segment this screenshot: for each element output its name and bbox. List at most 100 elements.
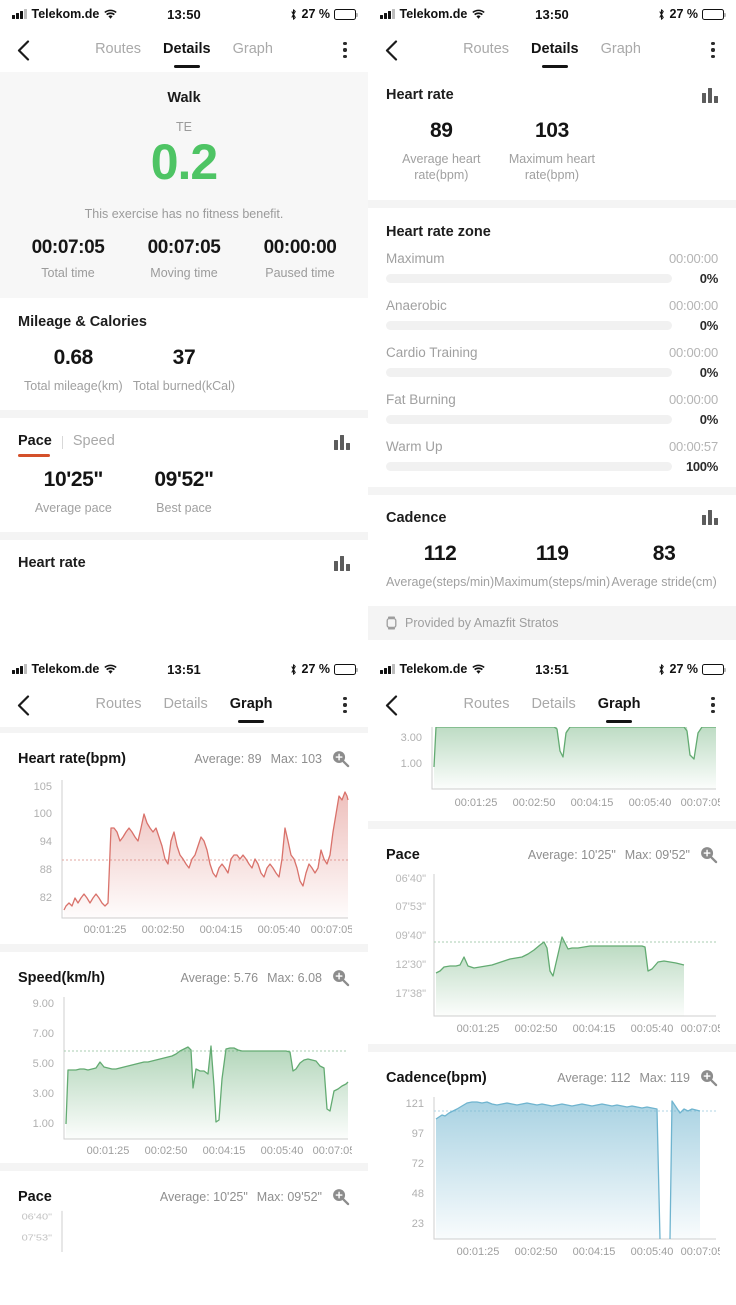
bar-chart-icon[interactable] [702, 510, 718, 525]
status-time: 13:51 [167, 661, 201, 677]
svg-text:72: 72 [412, 1158, 424, 1170]
stat-total-burned: 37 Total burned(kCal) [129, 346, 240, 394]
stat-value: 37 [172, 345, 196, 369]
svg-text:00:05:40: 00:05:40 [258, 924, 301, 936]
chart-plot-speed-bottom[interactable]: 3.00 1.00 00:01:25 00:02:50 00:04:15 00:… [384, 727, 720, 815]
svg-text:00:04:15: 00:04:15 [200, 924, 243, 936]
battery-icon [702, 8, 726, 20]
stat-total-mileage: 0.68 Total mileage(km) [18, 346, 129, 394]
zone-bar-row: 100% [386, 459, 718, 474]
bar-chart-icon[interactable] [334, 434, 350, 450]
stat-value: 119 [535, 541, 569, 565]
chart-plot-cadence[interactable]: 121 97 72 48 23 00:01:25 00:02:50 00:04:… [384, 1089, 720, 1261]
back-button[interactable] [368, 694, 414, 716]
chart-plot-pace-partial[interactable]: 06'40" 07'53" [16, 1208, 352, 1252]
zoom-in-icon[interactable] [331, 968, 350, 987]
svg-text:100: 100 [34, 808, 52, 820]
tab-details[interactable]: Details [531, 696, 575, 714]
section-divider [0, 409, 368, 418]
zoom-in-icon[interactable] [699, 1068, 718, 1087]
status-bar-left: Telekom.de [380, 662, 535, 676]
kebab-menu-icon[interactable] [322, 41, 368, 59]
svg-text:06'40": 06'40" [396, 873, 427, 885]
section-divider [368, 486, 736, 495]
heart-rate-title: Heart rate [18, 555, 86, 571]
tab-graph[interactable]: Graph [598, 696, 641, 714]
zone-name: Warm Up [386, 438, 443, 454]
stat-value: 00:07:05 [31, 236, 105, 258]
tab-routes[interactable]: Routes [463, 41, 509, 59]
zone-name: Fat Burning [386, 391, 456, 407]
svg-text:17'38": 17'38" [396, 988, 427, 1000]
zoom-in-icon[interactable] [331, 749, 350, 768]
stat-spacer [239, 346, 350, 394]
pace-speed-card: Pace Speed 10'25" Average pace 09'52" Be… [0, 417, 368, 532]
segment-speed[interactable]: Speed [73, 433, 115, 452]
back-button[interactable] [0, 39, 46, 61]
svg-text:00:05:40: 00:05:40 [631, 1246, 674, 1258]
nav-bar: Routes Details Graph [368, 683, 736, 727]
chart-plot-speed[interactable]: 9.00 7.00 5.00 3.00 1.00 00:01:25 00:02:… [16, 989, 352, 1157]
cadence-stats: 112 Average(steps/min) 119 Maximum(steps… [386, 528, 718, 606]
svg-text:00:04:15: 00:04:15 [571, 797, 614, 809]
zone-progress-track [386, 367, 672, 377]
svg-text:88: 88 [40, 864, 52, 876]
chart-header: Pace Average: 10'25" Max: 09'52" [16, 1171, 352, 1208]
status-bar-right: 27 % [569, 662, 726, 676]
tab-routes[interactable]: Routes [95, 41, 141, 59]
stat-label: Total time [41, 265, 95, 280]
panel-graph-top: Telekom.de 13:51 27 % Routes Details Gra… [0, 655, 368, 1305]
pace-speed-toggle[interactable]: Pace Speed [18, 433, 115, 457]
back-button[interactable] [0, 694, 46, 716]
zoom-in-icon[interactable] [331, 1187, 350, 1206]
zone-time: 00:00:00 [668, 344, 718, 360]
bar-chart-icon[interactable] [334, 555, 350, 571]
tab-routes[interactable]: Routes [464, 696, 510, 714]
chart-average: Average: 10'25" [159, 1189, 248, 1204]
kebab-menu-icon[interactable] [690, 41, 736, 59]
stat-label: Average(steps/min) [386, 574, 495, 589]
chart-plot-pace[interactable]: 06'40" 07'53" 09'40" 12'30" 17'38" 00:01… [384, 866, 720, 1038]
svg-text:00:05:40: 00:05:40 [629, 797, 672, 809]
nav-bar: Routes Details Graph [0, 28, 368, 72]
chart-meta: Average: 5.76 Max: 6.08 [181, 968, 351, 987]
tab-details[interactable]: Details [531, 41, 579, 59]
tab-graph[interactable]: Graph [230, 696, 273, 714]
heart-rate-title: Heart rate [386, 87, 454, 103]
chart-average: Average: 5.76 [180, 970, 259, 985]
te-note: This exercise has no fitness benefit. [84, 206, 284, 221]
back-button[interactable] [368, 39, 414, 61]
chart-card-pace: Pace Average: 10'25" Max: 09'52" 06'40" … [0, 1171, 368, 1258]
zone-name: Cardio Training [386, 344, 478, 360]
stat-value: 83 [652, 541, 676, 565]
tab-graph[interactable]: Graph [601, 41, 641, 59]
cadence-title: Cadence [386, 509, 447, 526]
zone-time: 00:00:00 [668, 297, 718, 313]
tab-details[interactable]: Details [163, 41, 211, 59]
svg-text:00:01:25: 00:01:25 [87, 1145, 130, 1157]
stat-spacer [607, 119, 718, 184]
panel-graph-scrolled: Telekom.de 13:51 27 % Routes Details Gra… [368, 655, 736, 1305]
svg-text:48: 48 [412, 1188, 424, 1200]
zone-bar-row: 0% [386, 412, 718, 427]
svg-text:1.00: 1.00 [33, 1118, 54, 1130]
zone-time: 00:00:00 [668, 250, 718, 266]
segment-pace[interactable]: Pace [18, 433, 52, 457]
kebab-menu-icon[interactable] [322, 696, 368, 714]
stat-value: 00:07:05 [147, 236, 221, 258]
kebab-menu-icon[interactable] [690, 696, 736, 714]
cadence-card: Cadence 112 Average(steps/min) 119 Maxim… [368, 494, 736, 606]
chart-plot-heart-rate[interactable]: 105 100 94 88 82 00:01:25 00:02:50 00:04… [16, 770, 352, 938]
tab-graph[interactable]: Graph [233, 41, 273, 59]
tab-details[interactable]: Details [163, 696, 207, 714]
zone-bar-row: 0% [386, 318, 718, 333]
bar-chart-icon[interactable] [702, 87, 718, 103]
zoom-in-icon[interactable] [699, 845, 718, 864]
section-divider [368, 821, 736, 829]
stat-total-time: 00:07:05 Total time [10, 237, 126, 280]
wifi-icon [472, 664, 486, 675]
tab-routes[interactable]: Routes [96, 696, 142, 714]
zone-time: 00:00:00 [668, 391, 718, 407]
stat-value: 00:00:00 [263, 236, 337, 258]
stat-label: Total burned(kCal) [132, 378, 236, 393]
